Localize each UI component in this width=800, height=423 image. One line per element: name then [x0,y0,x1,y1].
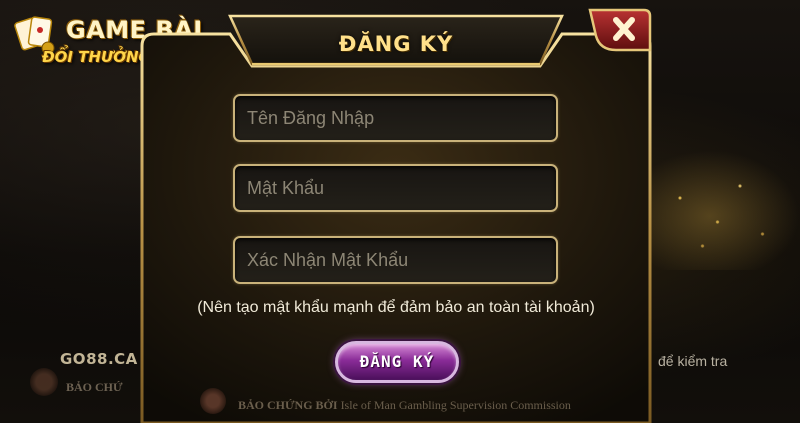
close-icon [588,8,652,52]
username-input[interactable] [235,96,556,140]
license-org: Isle of Man Gambling Supervision Commiss… [340,398,571,412]
password-hint: (Nên tạo mật khẩu mạnh để đảm bảo an toà… [197,299,595,316]
background-footer-text: BẢO CHỨ [66,380,123,394]
seal-icon [200,388,226,414]
background-side-text: để kiểm tra [658,353,728,369]
dialog-title: ĐĂNG KÝ [338,32,454,56]
background-sparkles [650,150,800,270]
password-field[interactable] [233,164,558,212]
license-footer: BẢO CHỨNG BỞI Isle of Man Gambling Super… [238,398,571,413]
background-seal-icon [30,368,58,396]
register-submit-button[interactable]: ĐĂNG KÝ [335,341,459,383]
confirm-password-field[interactable] [233,236,558,284]
background-site-link: GO88.CA [60,350,138,368]
license-label: BẢO CHỨNG BỞI [238,398,338,412]
register-dialog: ĐĂNG KÝ (Nên tạo mật khẩu mạnh để đảm bả… [130,6,662,423]
password-input[interactable] [235,166,556,210]
confirm-password-input[interactable] [235,238,556,282]
username-field[interactable] [233,94,558,142]
close-button[interactable] [586,6,652,52]
